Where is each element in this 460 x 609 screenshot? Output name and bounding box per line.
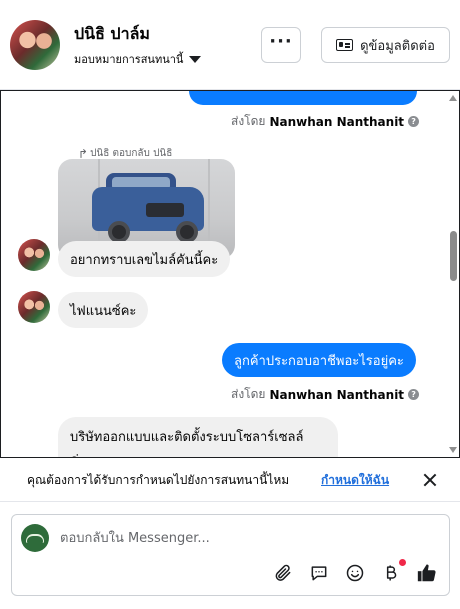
message-list[interactable]: ส่งโดย Nanwhan Nanthanit ? ↱ ปนิธิ ตอบกล… — [0, 90, 460, 458]
reply-composer — [11, 514, 450, 596]
scrollbar[interactable] — [447, 91, 459, 457]
info-icon[interactable]: ? — [408, 116, 420, 127]
message-text: อยากทราบเลขไมล์คันนี้คะ — [70, 252, 219, 268]
thumbs-up-icon[interactable] — [416, 562, 438, 584]
more-icon: ··· — [269, 31, 293, 52]
message-text-continued: ค่ะ — [70, 449, 86, 457]
page-avatar — [21, 524, 49, 552]
message-text: ไฟแนนซ์คะ — [70, 303, 137, 319]
sent-by-prefix: ส่งโดย — [231, 387, 266, 401]
view-contact-label: ดูข้อมูลติดต่อ — [360, 38, 435, 54]
scroll-down-icon[interactable] — [449, 447, 457, 453]
sender-avatar[interactable] — [18, 291, 50, 323]
close-icon[interactable] — [422, 472, 438, 488]
message-bubble-outgoing[interactable]: ลูกค้าประกอบอาชีพอะไรอยู่คะ — [222, 343, 416, 377]
reply-input[interactable] — [60, 528, 430, 548]
baht-icon[interactable] — [380, 562, 402, 584]
message-text: บริษัทออกแบบและติดตั้งระบบโซลาร์เซลล์ — [70, 430, 304, 445]
sent-by-prefix: ส่งโดย — [231, 114, 266, 128]
emoji-icon[interactable] — [344, 562, 366, 584]
assignment-notice: คุณต้องการได้รับการกำหนดไปยังการสนทนานี้… — [0, 458, 460, 502]
assign-to-me-link[interactable]: กำหนดให้ฉัน — [321, 471, 389, 490]
notification-dot — [399, 559, 406, 566]
scrollbar-thumb[interactable] — [450, 231, 457, 281]
messenger-thread-view: ปนิธิ ปาล์ม มอบหมายการสนทนานี้ ··· ดูข้อ… — [0, 0, 460, 609]
scroll-up-icon[interactable] — [449, 95, 457, 101]
saved-reply-icon[interactable] — [308, 562, 330, 584]
sender-avatar[interactable] — [18, 239, 50, 271]
sent-by-label: ส่งโดย Nanwhan Nanthanit ? — [231, 385, 420, 404]
message-bubble-incoming[interactable]: อยากทราบเลขไมล์คันนี้คะ — [58, 241, 231, 277]
message-text: ลูกค้าประกอบอาชีพอะไรอยู่คะ — [234, 353, 404, 369]
caret-down-icon — [189, 55, 202, 63]
contact-avatar[interactable] — [10, 20, 60, 70]
assignment-notice-text: คุณต้องการได้รับการกำหนดไปยังการสนทนานี้… — [27, 473, 290, 487]
message-bubble-incoming[interactable]: ไฟแนนซ์คะ — [58, 292, 149, 328]
conversation-header: ปนิธิ ปาล์ม มอบหมายการสนทนานี้ ··· ดูข้อ… — [0, 0, 460, 90]
contact-name[interactable]: ปนิธิ ปาล์ม — [74, 22, 150, 47]
info-icon[interactable]: ? — [408, 389, 420, 400]
more-options-button[interactable]: ··· — [261, 27, 301, 63]
paperclip-icon[interactable] — [272, 562, 294, 584]
contact-card-icon — [336, 39, 354, 51]
assign-label: มอบหมายการสนทนานี้ — [74, 53, 184, 66]
sender-name: Nanwhan Nanthanit — [269, 114, 405, 129]
assign-conversation-dropdown[interactable]: มอบหมายการสนทนานี้ — [74, 50, 202, 68]
message-bubble-incoming[interactable]: บริษัทออกแบบและติดตั้งระบบโซลาร์เซลล์ ค่… — [58, 417, 338, 457]
reply-arrow-icon: ↱ — [78, 146, 89, 161]
sender-name: Nanwhan Nanthanit — [269, 387, 405, 402]
view-contact-button[interactable]: ดูข้อมูลติดต่อ — [321, 27, 450, 63]
message-bubble-outgoing-partial[interactable] — [189, 91, 417, 105]
sent-by-label: ส่งโดย Nanwhan Nanthanit ? — [231, 112, 420, 131]
